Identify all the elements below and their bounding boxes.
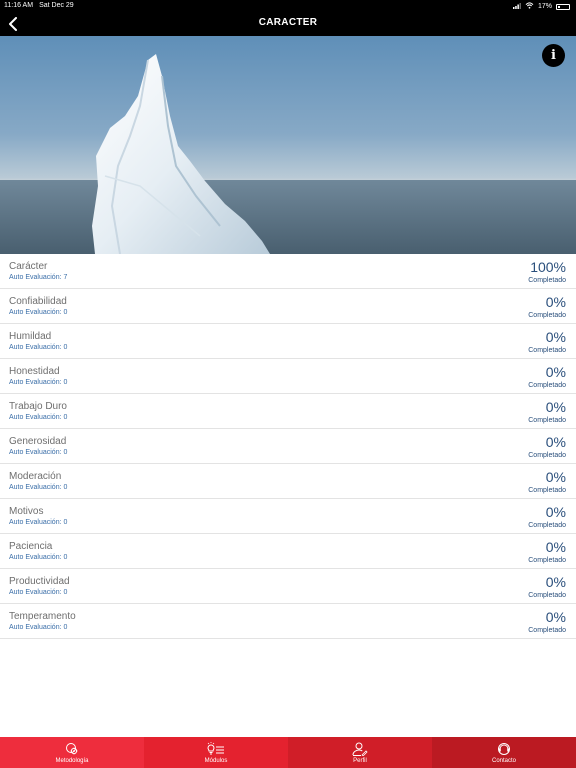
item-subtitle: Auto Evaluación: 0 [9,309,68,316]
module-list: Carácter Auto Evaluación: 7 100% Complet… [0,254,576,639]
screen: 11:16 AM Sat Dec 29 17% CARACTER i Carác… [0,0,576,768]
item-status: Completado [528,592,566,599]
tab-metodologia[interactable]: Metodología [0,737,144,768]
list-item[interactable]: Motivos Auto Evaluación: 0 0% Completado [0,499,576,534]
iceberg-illustration [0,54,576,254]
item-title: Humildad [9,331,52,342]
tab-label: Contacto [491,757,516,764]
item-status: Completado [528,452,566,459]
item-subtitle: Auto Evaluación: 0 [9,344,68,351]
list-item[interactable]: Confiabilidad Auto Evaluación: 0 0% Comp… [0,289,576,324]
item-subtitle: Auto Evaluación: 0 [9,484,68,491]
list-item[interactable]: Carácter Auto Evaluación: 7 100% Complet… [0,254,576,289]
item-percent: 0% [545,364,566,380]
item-subtitle: Auto Evaluación: 0 [9,379,68,386]
tab-modulos[interactable]: Módulos [144,737,288,768]
item-percent: 0% [545,329,566,345]
item-status: Completado [528,487,566,494]
list-item[interactable]: Paciencia Auto Evaluación: 0 0% Completa… [0,534,576,569]
list-item[interactable]: Honestidad Auto Evaluación: 0 0% Complet… [0,359,576,394]
tab-perfil[interactable]: Perfil [288,737,432,768]
item-percent: 0% [545,469,566,485]
item-status: Completado [528,557,566,564]
item-subtitle: Auto Evaluación: 0 [9,519,68,526]
item-title: Confiabilidad [9,296,67,307]
item-status: Completado [528,417,566,424]
item-subtitle: Auto Evaluación: 0 [9,449,68,456]
item-title: Moderación [9,471,62,482]
page-title: CARACTER [258,17,318,28]
battery-percent: 17% [537,3,552,10]
item-percent: 0% [545,504,566,520]
lightbulb-list-icon [207,741,224,754]
status-date: Sat Dec 29 [39,2,74,9]
nav-bar: CARACTER [0,12,576,36]
item-subtitle: Auto Evaluación: 0 [9,554,68,561]
item-subtitle: Auto Evaluación: 0 [9,589,68,596]
tab-label: Perfil [353,757,367,764]
item-title: Trabajo Duro [9,401,67,412]
item-percent: 0% [545,574,566,590]
item-subtitle: Auto Evaluación: 7 [9,274,68,281]
item-title: Productividad [9,576,70,587]
item-percent: 0% [545,539,566,555]
list-item[interactable]: Humildad Auto Evaluación: 0 0% Completad… [0,324,576,359]
battery-icon [556,3,570,10]
tab-bar: Metodología Módulos Perfil Contacto [0,737,576,768]
info-icon: i [551,48,556,63]
gear-icon [66,742,78,754]
item-percent: 0% [545,399,566,415]
item-status: Completado [528,347,566,354]
profile-icon [352,742,368,756]
tab-label: Metodología [55,757,89,764]
item-percent: 100% [530,259,566,275]
item-title: Paciencia [9,541,53,552]
item-title: Carácter [9,261,48,272]
item-title: Generosidad [9,436,67,447]
item-title: Motivos [9,506,44,517]
info-button[interactable]: i [542,44,565,67]
tab-contacto[interactable]: Contacto [432,737,576,768]
list-item[interactable]: Moderación Auto Evaluación: 0 0% Complet… [0,464,576,499]
tab-label: Módulos [204,757,228,764]
item-title: Honestidad [9,366,60,377]
status-time: 11:16 AM [4,2,34,9]
status-left: 11:16 AM Sat Dec 29 [4,2,74,9]
item-subtitle: Auto Evaluación: 0 [9,624,68,631]
item-status: Completado [528,312,566,319]
status-right: 17% [512,2,570,11]
wifi-icon [525,2,534,11]
signal-icon [512,2,521,11]
contact-icon [498,742,510,755]
list-item[interactable]: Trabajo Duro Auto Evaluación: 0 0% Compl… [0,394,576,429]
item-percent: 0% [545,609,566,625]
item-subtitle: Auto Evaluación: 0 [9,414,68,421]
list-item[interactable]: Temperamento Auto Evaluación: 0 0% Compl… [0,604,576,639]
item-status: Completado [528,277,566,284]
hero-image: i [0,36,576,254]
list-item[interactable]: Productividad Auto Evaluación: 0 0% Comp… [0,569,576,604]
list-item[interactable]: Generosidad Auto Evaluación: 0 0% Comple… [0,429,576,464]
item-percent: 0% [545,434,566,450]
status-bar: 11:16 AM Sat Dec 29 17% [0,0,576,12]
item-status: Completado [528,382,566,389]
item-status: Completado [528,522,566,529]
item-percent: 0% [545,294,566,310]
item-title: Temperamento [9,611,76,622]
item-status: Completado [528,627,566,634]
